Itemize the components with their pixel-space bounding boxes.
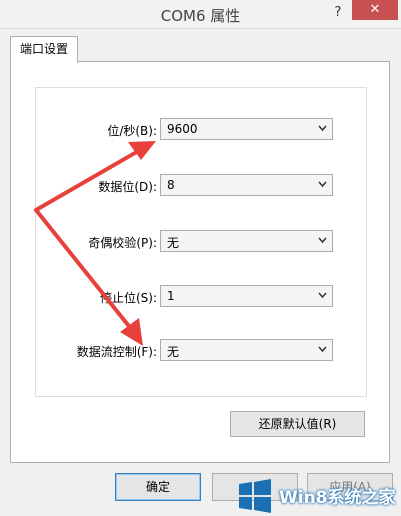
watermark-text: Win8系统之家 xyxy=(279,488,396,508)
tab-port-settings[interactable]: 端口设置 xyxy=(10,36,78,63)
flow-control-select[interactable]: 无 xyxy=(160,339,333,361)
chevron-down-icon xyxy=(318,237,327,244)
chevron-down-icon xyxy=(318,181,327,188)
restore-defaults-button[interactable]: 还原默认值(R) xyxy=(230,411,365,437)
flow-control-label: 数据流控制(F): xyxy=(76,345,157,359)
data-bits-label: 数据位(D): xyxy=(98,180,157,194)
bits-per-second-label: 位/秒(B): xyxy=(107,124,157,138)
flow-control-value: 无 xyxy=(167,345,180,359)
stop-bits-select[interactable]: 1 xyxy=(160,285,333,307)
bits-per-second-select[interactable]: 9600 xyxy=(160,118,333,140)
parity-select[interactable]: 无 xyxy=(160,230,333,252)
data-bits-value: 8 xyxy=(167,178,175,192)
ok-button[interactable]: 确定 xyxy=(115,473,201,501)
parity-label: 奇偶校验(P): xyxy=(88,236,157,250)
data-bits-select[interactable]: 8 xyxy=(160,174,333,196)
windows-logo-icon xyxy=(239,479,271,513)
stop-bits-value: 1 xyxy=(167,289,175,303)
close-button[interactable]: ✕ xyxy=(352,0,398,20)
parity-value: 无 xyxy=(167,236,180,250)
stop-bits-label: 停止位(S): xyxy=(99,291,157,305)
properties-dialog: COM6 属性 ? ✕ 端口设置 位/秒(B): 9600 数据位(D): 8 … xyxy=(0,0,401,516)
chevron-down-icon xyxy=(318,292,327,299)
help-button[interactable]: ? xyxy=(330,2,346,24)
chevron-down-icon xyxy=(318,125,327,132)
watermark: Win8系统之家 xyxy=(233,476,401,516)
bits-per-second-value: 9600 xyxy=(167,122,198,136)
title-bar: COM6 属性 ? ✕ xyxy=(0,0,401,29)
chevron-down-icon xyxy=(318,346,327,353)
